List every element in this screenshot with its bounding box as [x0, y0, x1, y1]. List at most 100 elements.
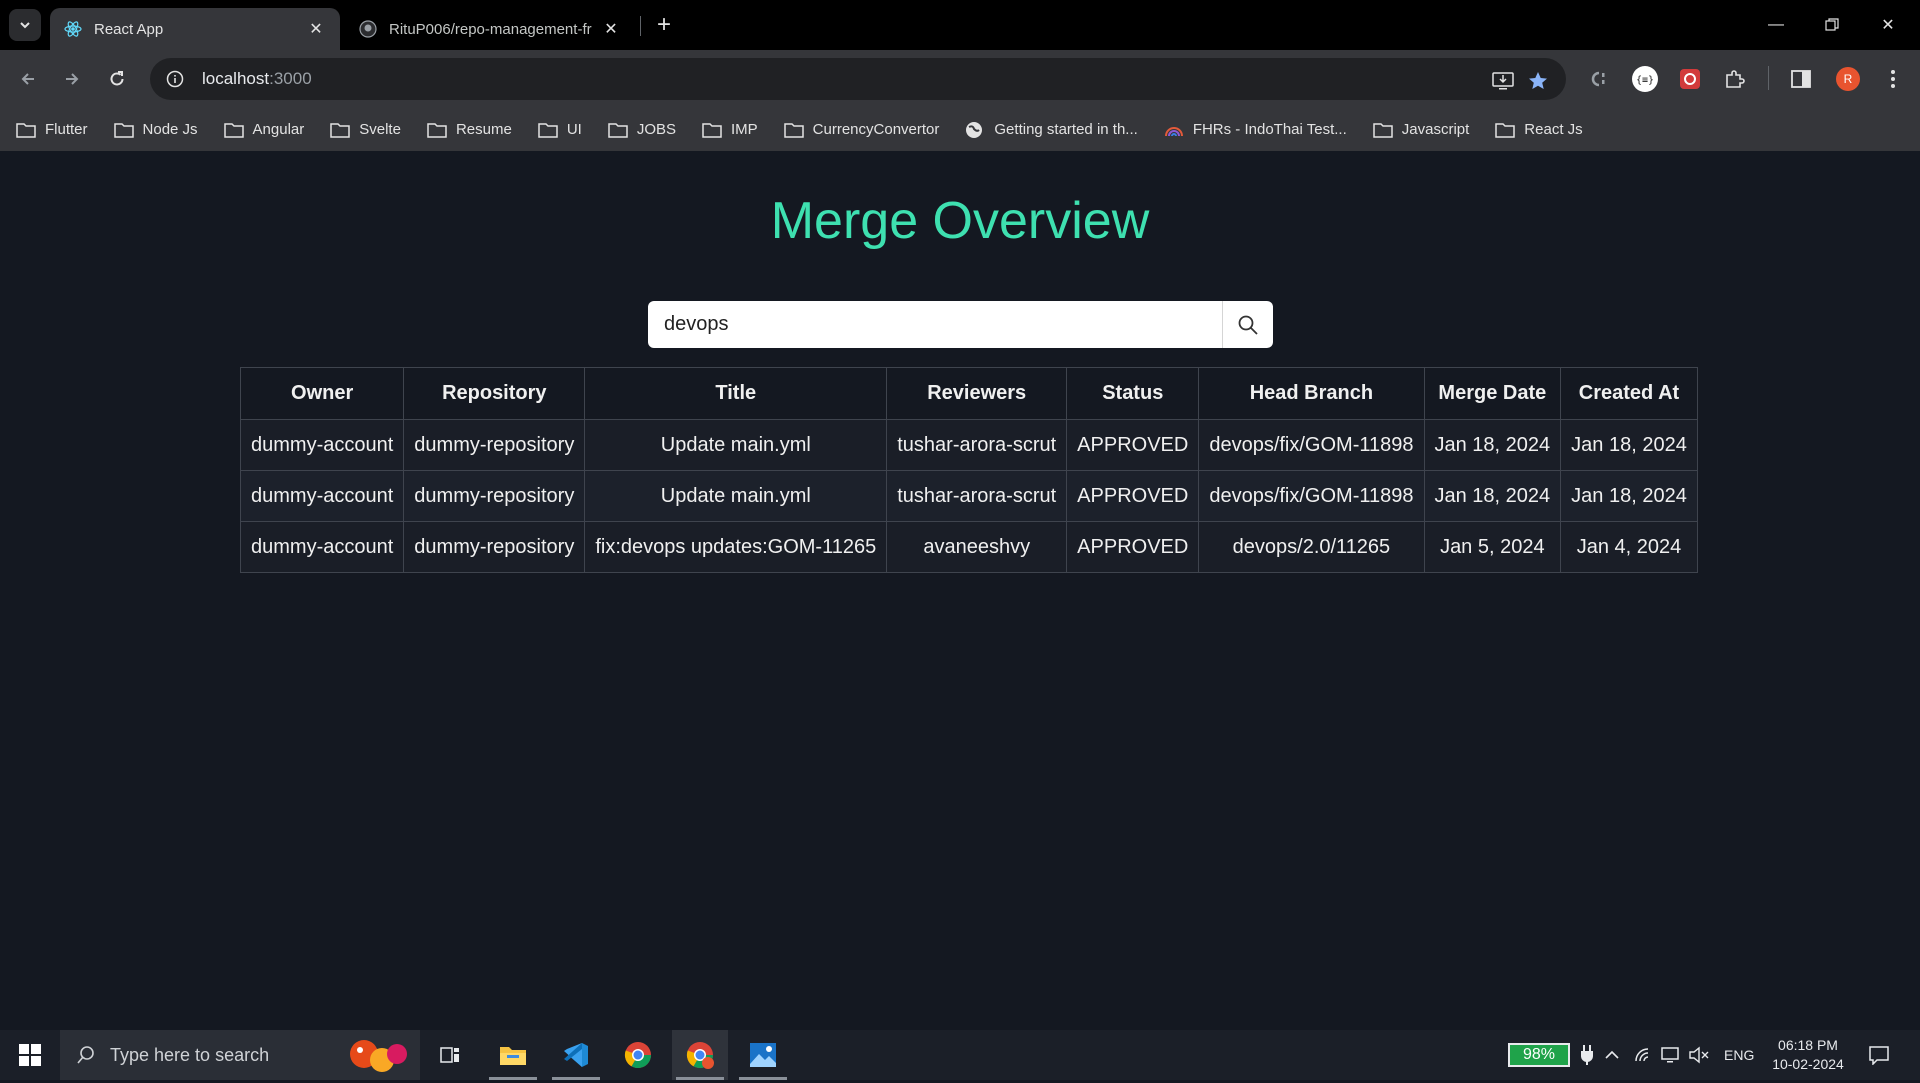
column-header: Head Branch — [1198, 367, 1425, 420]
install-app-icon[interactable] — [1488, 66, 1518, 96]
close-icon[interactable]: ✕ — [601, 19, 621, 39]
battery-indicator[interactable]: 98% — [1508, 1043, 1570, 1067]
profile-avatar[interactable]: R — [1832, 63, 1864, 95]
bookmark-item[interactable]: Javascript — [1373, 121, 1470, 138]
clock-time: 06:18 PM — [1778, 1037, 1838, 1053]
column-header: Repository — [403, 367, 586, 420]
task-view-button[interactable] — [422, 1030, 478, 1080]
table-cell: dummy-repository — [403, 419, 586, 471]
photos-button[interactable] — [735, 1030, 791, 1080]
tab-divider — [640, 16, 641, 36]
table-cell: avaneeshvy — [886, 521, 1068, 573]
column-header: Created At — [1560, 367, 1698, 420]
taskbar-search-placeholder: Type here to search — [110, 1044, 270, 1065]
folder-icon — [500, 1047, 526, 1065]
search-form — [648, 301, 1273, 348]
bookmark-item[interactable]: Getting started in th... — [965, 121, 1138, 138]
url-text: localhost:3000 — [202, 69, 312, 89]
task-view-icon — [440, 1047, 459, 1063]
close-icon[interactable]: ✕ — [306, 19, 326, 39]
bookmark-star-icon[interactable] — [1523, 66, 1553, 96]
bookmark-item[interactable]: Angular — [223, 121, 304, 138]
bookmark-item[interactable]: Node Js — [113, 121, 198, 138]
url-port: :3000 — [269, 69, 312, 88]
bookmark-item[interactable]: Resume — [427, 121, 512, 138]
bookmark-label: React Js — [1524, 121, 1583, 138]
close-window-button[interactable]: ✕ — [1860, 0, 1916, 50]
table-cell: Update main.yml — [584, 419, 888, 471]
search-button[interactable] — [1222, 301, 1273, 348]
language-indicator[interactable]: ENG — [1724, 1030, 1754, 1080]
chrome-button[interactable] — [610, 1030, 666, 1080]
taskbar-search[interactable]: Type here to search — [60, 1030, 420, 1080]
table-cell: dummy-account — [239, 470, 405, 522]
column-header: Owner — [239, 367, 405, 420]
vscode-icon — [564, 1043, 588, 1067]
bookmark-item[interactable]: Svelte — [330, 121, 401, 138]
bookmark-item[interactable]: UI — [538, 121, 582, 138]
chrome-profile-button[interactable] — [672, 1030, 728, 1080]
restore-icon — [1825, 18, 1839, 31]
photos-icon — [750, 1043, 776, 1067]
extension-red-icon[interactable] — [1674, 63, 1706, 95]
bookmark-item[interactable]: React Js — [1495, 121, 1583, 138]
notification-icon[interactable] — [1868, 1030, 1890, 1080]
reload-button[interactable] — [101, 63, 133, 95]
table-row: dummy-account dummy-repository Update main… — [239, 419, 1698, 471]
folder-icon — [223, 122, 244, 138]
site-info-icon[interactable] — [164, 68, 186, 90]
rainbow-icon — [1164, 122, 1184, 138]
network-icon[interactable] — [1660, 1030, 1682, 1080]
bookmark-label: CurrencyConvertor — [812, 121, 940, 138]
tab-react-app[interactable]: React App ✕ — [50, 8, 340, 50]
table-cell: fix:devops updates:GOM-11265 — [584, 521, 888, 573]
extension-c-icon[interactable] — [1582, 63, 1614, 95]
tab-search-button[interactable] — [9, 9, 41, 41]
new-tab-button[interactable]: + — [651, 11, 677, 38]
tab-github-repo[interactable]: RituP006/repo-management-fr ✕ — [345, 8, 635, 50]
back-button[interactable] — [12, 63, 44, 95]
forward-button[interactable] — [56, 63, 88, 95]
side-panel-icon[interactable] — [1785, 63, 1817, 95]
search-icon — [77, 1046, 94, 1064]
table-header-row: Owner Repository Title Reviewers Status Head … — [239, 367, 1698, 420]
extension-json-icon[interactable]: {≡} — [1629, 63, 1661, 95]
table-cell: dummy-repository — [403, 470, 586, 522]
table-body: dummy-account dummy-repository Update main… — [239, 419, 1698, 573]
bookmark-item[interactable]: IMP — [702, 121, 758, 138]
power-plug-icon[interactable] — [1580, 1030, 1594, 1080]
bookmark-item[interactable]: FHRs - IndoThai Test... — [1164, 121, 1347, 138]
reload-icon — [110, 71, 124, 86]
address-bar[interactable]: localhost:3000 — [150, 58, 1566, 100]
table-row: dummy-account dummy-repository fix:devops … — [239, 521, 1698, 573]
table-cell: Jan 18, 2024 — [1560, 419, 1698, 471]
extensions-puzzle-icon[interactable] — [1719, 63, 1751, 95]
bookmarks-bar: Flutter Node Js Angular Svelte Resume UI JOBS I… — [0, 108, 1920, 151]
restore-button[interactable] — [1804, 0, 1860, 50]
table-cell: devops/fix/GOM-11898 — [1198, 470, 1425, 522]
bookmark-item[interactable]: CurrencyConvertor — [783, 121, 940, 138]
minimize-button[interactable]: — — [1748, 0, 1804, 50]
bookmark-label: Javascript — [1401, 121, 1470, 138]
bookmark-label: Getting started in th... — [994, 121, 1138, 138]
chevron-up-icon[interactable] — [1604, 1030, 1620, 1080]
browser-toolbar: localhost:3000 {≡} R — [0, 50, 1920, 108]
table-cell: Jan 18, 2024 — [1423, 419, 1562, 471]
chrome-profile-icon — [686, 1042, 714, 1069]
bookmark-item[interactable]: Flutter — [16, 121, 88, 138]
volume-muted-icon[interactable] — [1688, 1030, 1710, 1080]
menu-kebab-icon[interactable] — [1877, 63, 1909, 95]
start-button[interactable] — [0, 1030, 60, 1080]
vscode-button[interactable] — [548, 1030, 604, 1080]
clock[interactable]: 06:18 PM 10-02-2024 — [1760, 1036, 1856, 1074]
bookmark-label: Resume — [455, 121, 512, 138]
file-explorer-button[interactable] — [485, 1030, 541, 1080]
table-cell: APPROVED — [1066, 521, 1200, 573]
wifi-icon[interactable] — [1634, 1030, 1654, 1080]
chrome-icon — [624, 1042, 652, 1069]
search-input[interactable] — [648, 301, 1222, 348]
column-header: Title — [584, 367, 888, 420]
bookmark-item[interactable]: JOBS — [608, 121, 676, 138]
folder-icon — [330, 122, 350, 138]
table-cell: Update main.yml — [584, 470, 888, 522]
